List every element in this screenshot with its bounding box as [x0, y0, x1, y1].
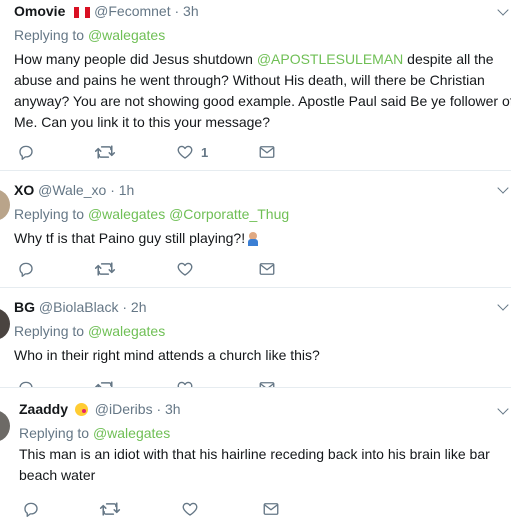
- replying-to: Replying to @walegates @Corporatte_Thug: [14, 206, 289, 222]
- reply-icon: [19, 381, 33, 387]
- facepalm-emoji-icon: [247, 232, 259, 246]
- mention-link[interactable]: @Corporatte_Thug: [169, 206, 289, 222]
- like-button[interactable]: [176, 378, 194, 387]
- envelope-icon: [259, 382, 275, 387]
- tweet-actions: 1: [0, 142, 511, 162]
- timestamp[interactable]: · 3h: [175, 3, 199, 19]
- tweet-bg[interactable]: BG @BiolaBlack · 2h Replying to @walegat…: [0, 288, 511, 387]
- tweet-header: XO @Wale_xo · 1h: [14, 181, 134, 199]
- envelope-icon: [259, 263, 275, 275]
- retweet-icon: [94, 381, 113, 387]
- display-name[interactable]: Zaaddy: [19, 401, 68, 417]
- reply-button[interactable]: [17, 378, 35, 387]
- tweet-text: This man is an idiot with that his hairl…: [19, 444, 499, 486]
- like-button[interactable]: 1: [176, 142, 208, 162]
- retweet-button[interactable]: [94, 259, 116, 279]
- tweet-actions: [0, 259, 511, 279]
- reply-icon: [24, 502, 38, 517]
- user-handle[interactable]: @iDeribs: [95, 401, 153, 417]
- message-button[interactable]: [258, 378, 276, 387]
- mention-link[interactable]: @walegates: [88, 206, 165, 222]
- message-button[interactable]: [258, 142, 276, 162]
- retweet-icon: [94, 145, 116, 159]
- tweet-actions: [0, 499, 511, 519]
- tweet-header: BG @BiolaBlack · 2h: [14, 298, 146, 316]
- heart-icon: [177, 381, 193, 387]
- replying-to: Replying to @walegates: [19, 425, 170, 441]
- envelope-icon: [259, 146, 275, 158]
- tweet-text-part: How many people did Jesus shutdown: [14, 51, 257, 67]
- mention-link[interactable]: @APOSTLESULEMAN: [257, 51, 403, 67]
- replying-to-label: Replying to: [19, 425, 90, 441]
- chevron-down-icon[interactable]: [497, 182, 509, 194]
- tweet-text: Why tf is that Paino guy still playing?!: [14, 228, 494, 249]
- reply-button[interactable]: [17, 142, 35, 162]
- replying-to-label: Replying to: [14, 206, 85, 222]
- reply-icon: [19, 262, 33, 277]
- like-count: 1: [201, 144, 209, 160]
- tweet-actions: [0, 378, 511, 387]
- retweet-icon: [94, 262, 116, 276]
- winking-tongue-emoji-icon: [74, 403, 88, 416]
- avatar[interactable]: [0, 308, 10, 340]
- mention-link[interactable]: @walegates: [88, 27, 165, 43]
- chevron-down-icon[interactable]: [497, 299, 509, 311]
- chevron-down-icon[interactable]: [497, 4, 509, 16]
- user-handle[interactable]: @Wale_xo: [38, 182, 106, 198]
- peru-flag-icon: [74, 7, 91, 18]
- retweet-icon: [99, 502, 121, 516]
- avatar[interactable]: [0, 410, 10, 442]
- retweet-button[interactable]: [94, 142, 116, 162]
- like-button[interactable]: [176, 259, 194, 279]
- timestamp[interactable]: · 2h: [122, 299, 146, 315]
- message-button[interactable]: [262, 499, 280, 519]
- tweet-xo[interactable]: XO @Wale_xo · 1h Replying to @walegates …: [0, 171, 511, 287]
- tweet-text-part: Why tf is that Paino guy still playing?!: [14, 230, 246, 246]
- reply-button[interactable]: [22, 499, 40, 519]
- reply-icon: [19, 145, 33, 160]
- heart-icon: [182, 502, 198, 516]
- user-handle[interactable]: @BiolaBlack: [39, 299, 119, 315]
- tweet-omovie[interactable]: Omovie @Fecomnet · 3h Replying to @waleg…: [0, 0, 511, 170]
- message-button[interactable]: [258, 259, 276, 279]
- envelope-icon: [263, 503, 279, 515]
- reply-button[interactable]: [17, 259, 35, 279]
- tweet-header: Zaaddy @iDeribs · 3h: [19, 400, 181, 418]
- tweet-text-part: Who in their right mind attends a church…: [14, 347, 320, 363]
- retweet-button[interactable]: [94, 378, 116, 387]
- replying-to-label: Replying to: [14, 27, 85, 43]
- tweet-zaaddy[interactable]: Zaaddy @iDeribs · 3h Replying to @walega…: [0, 388, 511, 523]
- replying-to-label: Replying to: [14, 323, 85, 339]
- timestamp[interactable]: · 1h: [110, 182, 134, 198]
- heart-icon: [177, 145, 193, 159]
- user-handle[interactable]: @Fecomnet: [94, 3, 170, 19]
- heart-icon: [177, 262, 193, 276]
- replying-to: Replying to @walegates: [14, 323, 165, 339]
- replying-to: Replying to @walegates: [14, 27, 165, 43]
- avatar[interactable]: [0, 189, 10, 221]
- display-name[interactable]: Omovie: [14, 3, 65, 19]
- tweet-text: How many people did Jesus shutdown @APOS…: [14, 49, 511, 133]
- tweet-text-part: This man is an idiot with that his hairl…: [19, 446, 490, 483]
- display-name[interactable]: BG: [14, 299, 35, 315]
- tweet-text: Who in their right mind attends a church…: [14, 345, 494, 366]
- display-name[interactable]: XO: [14, 182, 34, 198]
- timestamp[interactable]: · 3h: [156, 401, 180, 417]
- like-button[interactable]: [181, 499, 199, 519]
- retweet-button[interactable]: [99, 499, 121, 519]
- tweet-header: Omovie @Fecomnet · 3h: [14, 2, 199, 20]
- chevron-down-icon[interactable]: [497, 403, 509, 415]
- mention-link[interactable]: @walegates: [88, 323, 165, 339]
- mention-link[interactable]: @walegates: [93, 425, 170, 441]
